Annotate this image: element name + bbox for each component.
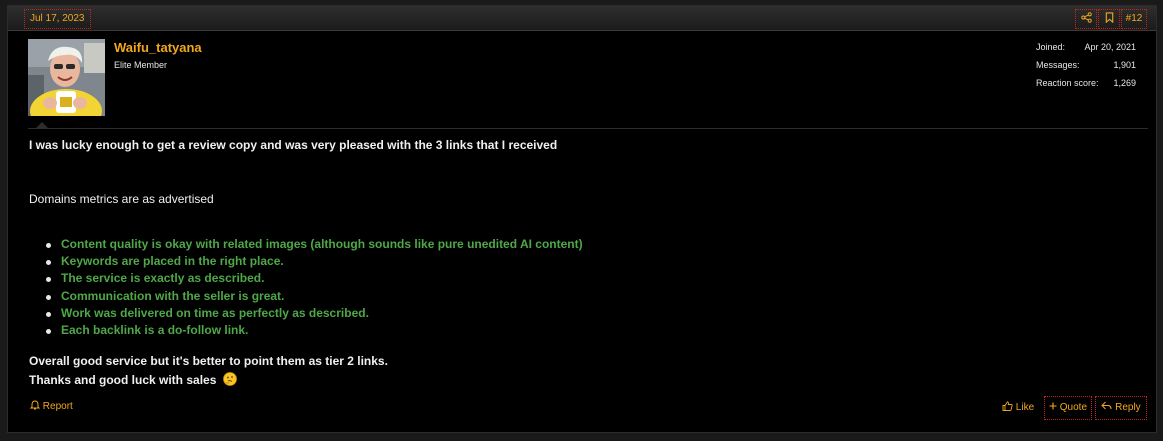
report-link[interactable]: Report xyxy=(30,400,73,412)
stat-label: Joined: xyxy=(1036,42,1066,52)
bell-icon xyxy=(30,400,40,410)
thinking-face-emoji xyxy=(222,372,237,387)
post-header: Jul 17, 2023 #12 xyxy=(8,6,1156,31)
thumbs-up-icon xyxy=(1002,401,1013,412)
message-closing-2: Thanks and good luck with sales xyxy=(29,372,237,387)
quote-button[interactable]: Quote xyxy=(1044,396,1092,420)
stat-label: Messages: xyxy=(1036,60,1080,70)
avatar[interactable] xyxy=(28,39,105,116)
reply-label: Reply xyxy=(1115,402,1141,413)
like-label: Like xyxy=(1015,402,1035,413)
avatar-image xyxy=(28,39,105,116)
stat-joined: Joined: Apr 20, 2021 xyxy=(1036,42,1136,60)
list-item: Keywords are placed in the right place. xyxy=(46,254,583,271)
share-button[interactable] xyxy=(1075,9,1097,29)
bookmark-icon xyxy=(1105,12,1113,23)
bookmark-button[interactable] xyxy=(1098,9,1120,29)
message-intro: I was lucky enough to get a review copy … xyxy=(29,138,558,152)
list-item: Each backlink is a do-follow link. xyxy=(46,323,583,340)
closing-text: Thanks and good luck with sales xyxy=(29,373,217,387)
user-title: Elite Member xyxy=(114,60,168,70)
stat-value: 1,901 xyxy=(1113,60,1136,70)
post-number-link[interactable]: #12 xyxy=(1121,9,1147,29)
reply-button[interactable]: Reply xyxy=(1095,396,1147,420)
message-closing-1: Overall good service but it's better to … xyxy=(29,354,388,368)
user-stats: Joined: Apr 20, 2021 Messages: 1,901 Rea… xyxy=(1036,42,1136,96)
quote-label: Quote xyxy=(1059,402,1088,413)
reply-icon xyxy=(1101,402,1112,410)
stat-label: Reaction score: xyxy=(1036,78,1099,88)
stat-reaction-score: Reaction score: 1,269 xyxy=(1036,78,1136,96)
like-button[interactable]: Like xyxy=(1002,401,1035,413)
list-item: Content quality is okay with related ima… xyxy=(46,237,583,254)
stat-value: 1,269 xyxy=(1113,78,1136,88)
forum-post: Jul 17, 2023 #12 Waifu_tatyana Elite Mem… xyxy=(7,5,1157,433)
plus-icon xyxy=(1049,402,1057,410)
list-item: Communication with the seller is great. xyxy=(46,289,583,306)
share-icon xyxy=(1080,12,1092,23)
post-date-link[interactable]: Jul 17, 2023 xyxy=(24,9,91,29)
list-item: Work was delivered on time as perfectly … xyxy=(46,306,583,323)
stat-messages: Messages: 1,901 xyxy=(1036,60,1136,78)
stat-value: Apr 20, 2021 xyxy=(1084,42,1136,52)
report-label: Report xyxy=(42,401,73,412)
post-divider xyxy=(28,128,1148,129)
review-bullet-list: Content quality is okay with related ima… xyxy=(46,237,583,340)
list-item: The service is exactly as described. xyxy=(46,271,583,288)
message-metrics: Domains metrics are as advertised xyxy=(29,192,214,206)
username-link[interactable]: Waifu_tatyana xyxy=(114,40,202,55)
